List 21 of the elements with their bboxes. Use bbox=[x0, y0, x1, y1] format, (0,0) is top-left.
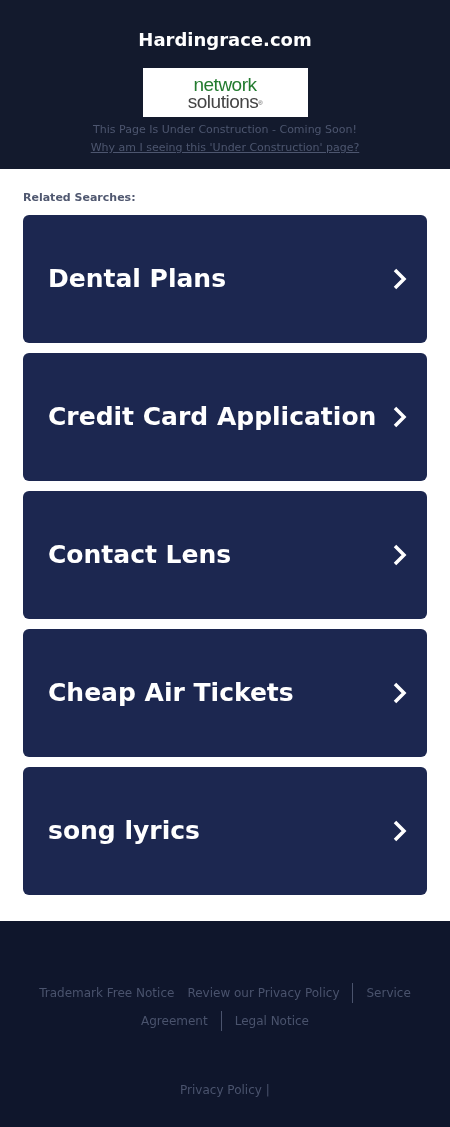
chevron-right-icon bbox=[393, 682, 407, 704]
logo: network solutions$^{®}$ bbox=[142, 68, 308, 117]
footer-link[interactable]: Service bbox=[366, 979, 411, 1007]
search-result-card[interactable]: song lyrics bbox=[23, 767, 427, 895]
footer-link[interactable]: Trademark Free Notice bbox=[39, 979, 175, 1007]
privacy-link[interactable]: Privacy Policy bbox=[180, 1081, 262, 1099]
search-result-card[interactable]: Credit Card Application bbox=[23, 353, 427, 481]
chevron-right-icon bbox=[393, 406, 407, 428]
search-result-card[interactable]: Contact Lens bbox=[23, 491, 427, 619]
footer-link[interactable]: Agreement bbox=[141, 1007, 208, 1035]
footer-link[interactable]: Legal Notice bbox=[234, 1007, 309, 1035]
site-title: Hardingrace.com bbox=[138, 29, 312, 51]
chevron-right-icon bbox=[393, 544, 407, 566]
section-heading: Related Searches: bbox=[23, 191, 137, 205]
notice-text: This Page Is Under Construction - Coming Soon! bbox=[93, 122, 357, 138]
footer-link[interactable]: Review our Privacy Policy bbox=[187, 979, 340, 1007]
search-result-card[interactable]: Cheap Air Tickets bbox=[23, 629, 427, 757]
separator-text: | bbox=[265, 1082, 270, 1099]
search-result-card[interactable]: Dental Plans bbox=[23, 215, 427, 343]
chevron-right-icon bbox=[393, 820, 407, 842]
chevron-right-icon bbox=[393, 268, 407, 290]
